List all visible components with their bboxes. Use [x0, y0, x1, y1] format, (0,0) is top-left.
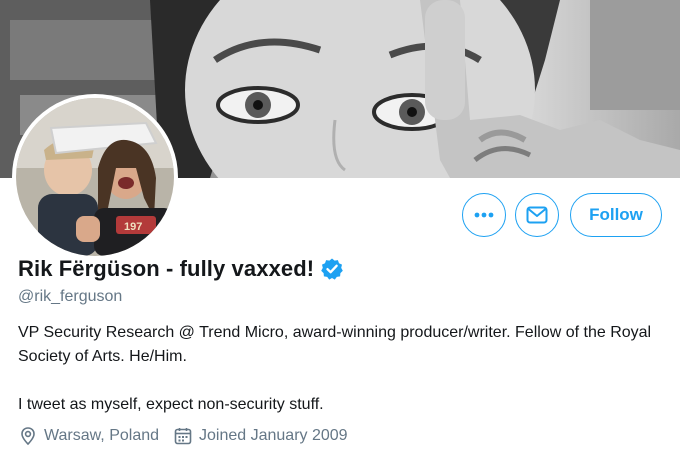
profile-meta: Warsaw, Poland Joined January 2009 [18, 426, 362, 446]
profile-bio: VP Security Research @ Trend Micro, awar… [18, 321, 668, 417]
bio-paragraph-1: VP Security Research @ Trend Micro, awar… [18, 324, 652, 365]
location-item: Warsaw, Poland [18, 426, 159, 446]
joined-text: Joined January 2009 [199, 427, 348, 444]
location-pin-icon [21, 427, 35, 446]
profile-display-name: Rik Fërgüson - fully vaxxed! [18, 256, 315, 281]
shirt-text: 197 [124, 221, 142, 233]
message-button[interactable] [515, 193, 559, 237]
envelope-icon [526, 206, 548, 224]
verified-badge-icon [321, 258, 344, 280]
profile-handle: @rik_ferguson [18, 288, 123, 305]
profile-name-row: Rik Fërgüson - fully vaxxed! [18, 256, 344, 282]
location-text: Warsaw, Poland [44, 427, 160, 444]
calendar-icon [174, 428, 192, 445]
profile-avatar[interactable]: 197 [12, 94, 178, 260]
more-options-button[interactable] [462, 193, 506, 237]
more-icon [474, 212, 494, 218]
joined-item: Joined January 2009 [173, 426, 348, 446]
follow-button[interactable]: Follow [570, 193, 662, 237]
avatar-photo: 197 [16, 98, 174, 256]
bio-paragraph-2: I tweet as myself, expect non-security s… [18, 396, 324, 413]
